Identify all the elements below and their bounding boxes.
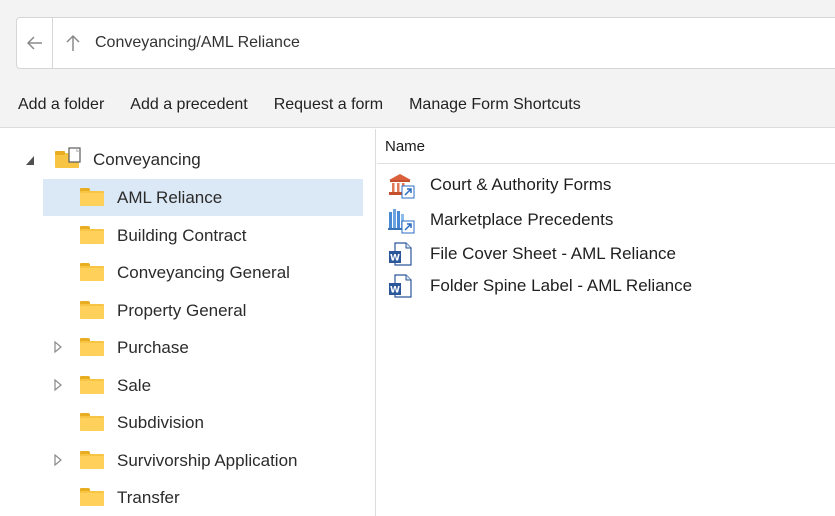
svg-text:W: W bbox=[390, 254, 400, 264]
list-item-court-authority-forms[interactable]: Court & Authority Forms bbox=[377, 169, 835, 201]
marketplace-shortcut-icon bbox=[388, 209, 415, 234]
tree-root-label: Conveyancing bbox=[93, 149, 201, 169]
item-name: Folder Spine Label - AML Reliance bbox=[430, 276, 693, 295]
tree-item-conveyancing-general[interactable]: Conveyancing General bbox=[0, 254, 375, 291]
folder-icon bbox=[80, 263, 104, 281]
column-header-label: Name bbox=[385, 137, 426, 155]
tree-item-label: Transfer bbox=[117, 487, 180, 507]
tree-item-label: Subdivision bbox=[117, 412, 204, 432]
arrow-up-icon bbox=[66, 34, 80, 51]
tree-item-survivorship-application[interactable]: Survivorship Application bbox=[0, 442, 375, 479]
list-item-marketplace-precedents[interactable]: Marketplace Precedents bbox=[377, 204, 835, 236]
folder-icon bbox=[80, 376, 104, 394]
tree-item-label: AML Reliance bbox=[117, 187, 223, 207]
tree-root-conveyancing[interactable]: Conveyancing bbox=[0, 141, 375, 178]
up-button[interactable] bbox=[53, 18, 93, 68]
tree-item-label: Conveyancing General bbox=[117, 262, 290, 282]
tree-item-label: Property General bbox=[117, 300, 247, 320]
svg-text:W: W bbox=[390, 286, 400, 296]
expand-arrow-icon[interactable] bbox=[53, 341, 63, 353]
tree-item-label: Building Contract bbox=[117, 225, 247, 245]
request-form-button[interactable]: Request a form bbox=[274, 96, 383, 114]
content-pane: Name Court & Authority Forms Marketplace… bbox=[377, 129, 835, 516]
expand-arrow-icon[interactable] bbox=[53, 379, 63, 391]
tree-item-subdivision[interactable]: Subdivision bbox=[0, 404, 375, 441]
expand-arrow-icon[interactable] bbox=[53, 454, 63, 466]
word-document-icon: W bbox=[389, 274, 412, 298]
address-bar[interactable]: Conveyancing/AML Reliance bbox=[16, 17, 835, 69]
tree-item-label: Sale bbox=[117, 375, 152, 395]
list-item-file-cover-sheet[interactable]: W File Cover Sheet - AML Reliance bbox=[377, 238, 835, 270]
folder-document-icon bbox=[55, 147, 81, 168]
manage-form-shortcuts-button[interactable]: Manage Form Shortcuts bbox=[409, 96, 581, 114]
tree-item-label: Survivorship Application bbox=[117, 450, 298, 470]
back-button[interactable] bbox=[17, 18, 53, 68]
item-name: Marketplace Precedents bbox=[430, 210, 614, 229]
item-name: File Cover Sheet - AML Reliance bbox=[430, 244, 676, 263]
address-path[interactable]: Conveyancing/AML Reliance bbox=[95, 34, 300, 52]
tree-item-purchase[interactable]: Purchase bbox=[0, 329, 375, 366]
collapse-arrow-icon[interactable] bbox=[25, 154, 35, 166]
word-document-icon: W bbox=[389, 242, 412, 266]
folder-icon bbox=[80, 226, 104, 244]
address-area: Conveyancing/AML Reliance bbox=[0, 0, 835, 82]
list-item-folder-spine-label[interactable]: W Folder Spine Label - AML Reliance bbox=[377, 270, 835, 302]
toolbar: Add a folder Add a precedent Request a f… bbox=[0, 82, 835, 128]
folder-tree: Conveyancing AML Reliance Building Contr… bbox=[0, 129, 376, 516]
tree-item-label: Purchase bbox=[117, 337, 189, 357]
court-building-shortcut-icon bbox=[389, 174, 415, 199]
tree-item-building-contract[interactable]: Building Contract bbox=[0, 217, 375, 254]
tree-item-property-general[interactable]: Property General bbox=[0, 292, 375, 329]
add-precedent-button[interactable]: Add a precedent bbox=[130, 96, 247, 114]
folder-icon bbox=[80, 338, 104, 356]
item-name: Court & Authority Forms bbox=[430, 175, 612, 194]
folder-icon bbox=[80, 301, 104, 319]
folder-icon bbox=[80, 451, 104, 469]
tree-item-transfer[interactable]: Transfer bbox=[0, 479, 375, 516]
arrow-left-icon bbox=[26, 36, 42, 50]
folder-icon bbox=[80, 188, 104, 206]
folder-icon bbox=[80, 488, 104, 506]
column-header-name[interactable]: Name bbox=[377, 129, 835, 164]
folder-icon bbox=[80, 413, 104, 431]
add-folder-button[interactable]: Add a folder bbox=[18, 96, 104, 114]
tree-item-aml-reliance[interactable]: AML Reliance bbox=[0, 179, 375, 216]
tree-item-sale[interactable]: Sale bbox=[0, 367, 375, 404]
